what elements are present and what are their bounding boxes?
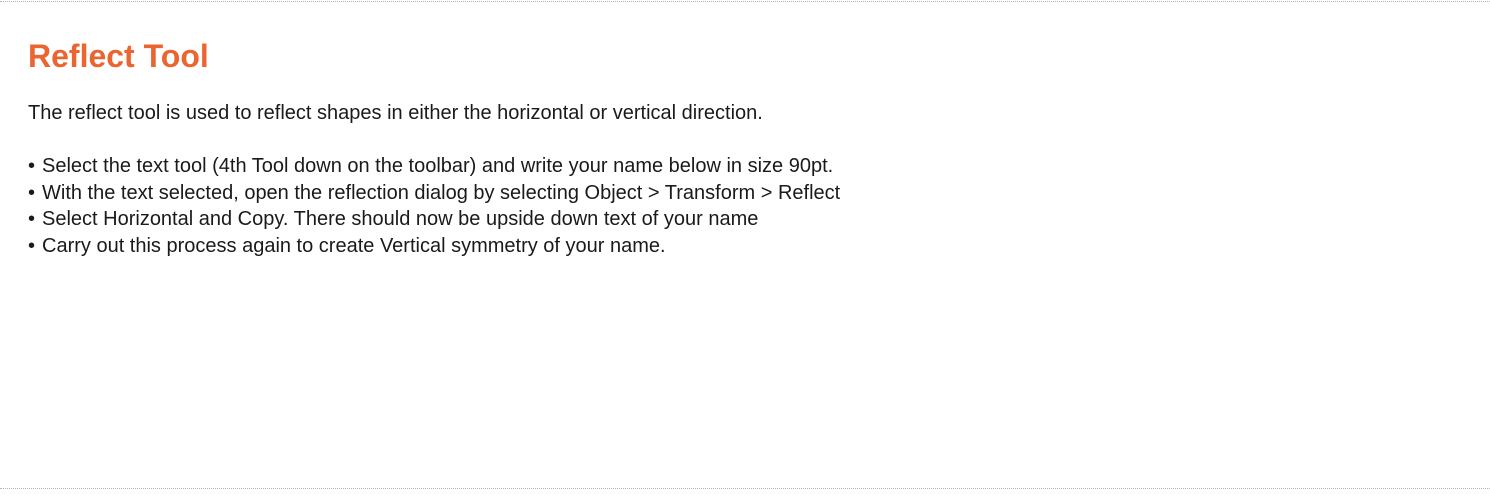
top-dotted-divider	[0, 1, 1490, 2]
bullet-icon: •	[28, 234, 36, 257]
step-text: Select Horizontal and Copy. There should…	[42, 208, 759, 230]
step-text: Select the text tool (4th Tool down on t…	[42, 155, 834, 177]
list-item: • Carry out this process again to create …	[28, 233, 840, 260]
bullet-icon: •	[28, 181, 36, 204]
bottom-dotted-divider	[0, 488, 1490, 489]
page-title: Reflect Tool	[28, 38, 209, 74]
list-item: • Select the text tool (4th Tool down on …	[28, 153, 840, 180]
list-item: • With the text selected, open the reflec…	[28, 180, 840, 207]
intro-paragraph: The reflect tool is used to reflect shap…	[28, 102, 763, 124]
bullet-icon: •	[28, 155, 36, 177]
bullet-icon: •	[28, 208, 36, 230]
step-text: With the text selected, open the reflect…	[42, 181, 841, 204]
step-text: Carry out this process again to create V…	[42, 234, 666, 257]
list-item: • Select Horizontal and Copy. There shoul…	[28, 206, 840, 233]
steps-list: • Select the text tool (4th Tool down on …	[28, 153, 840, 259]
